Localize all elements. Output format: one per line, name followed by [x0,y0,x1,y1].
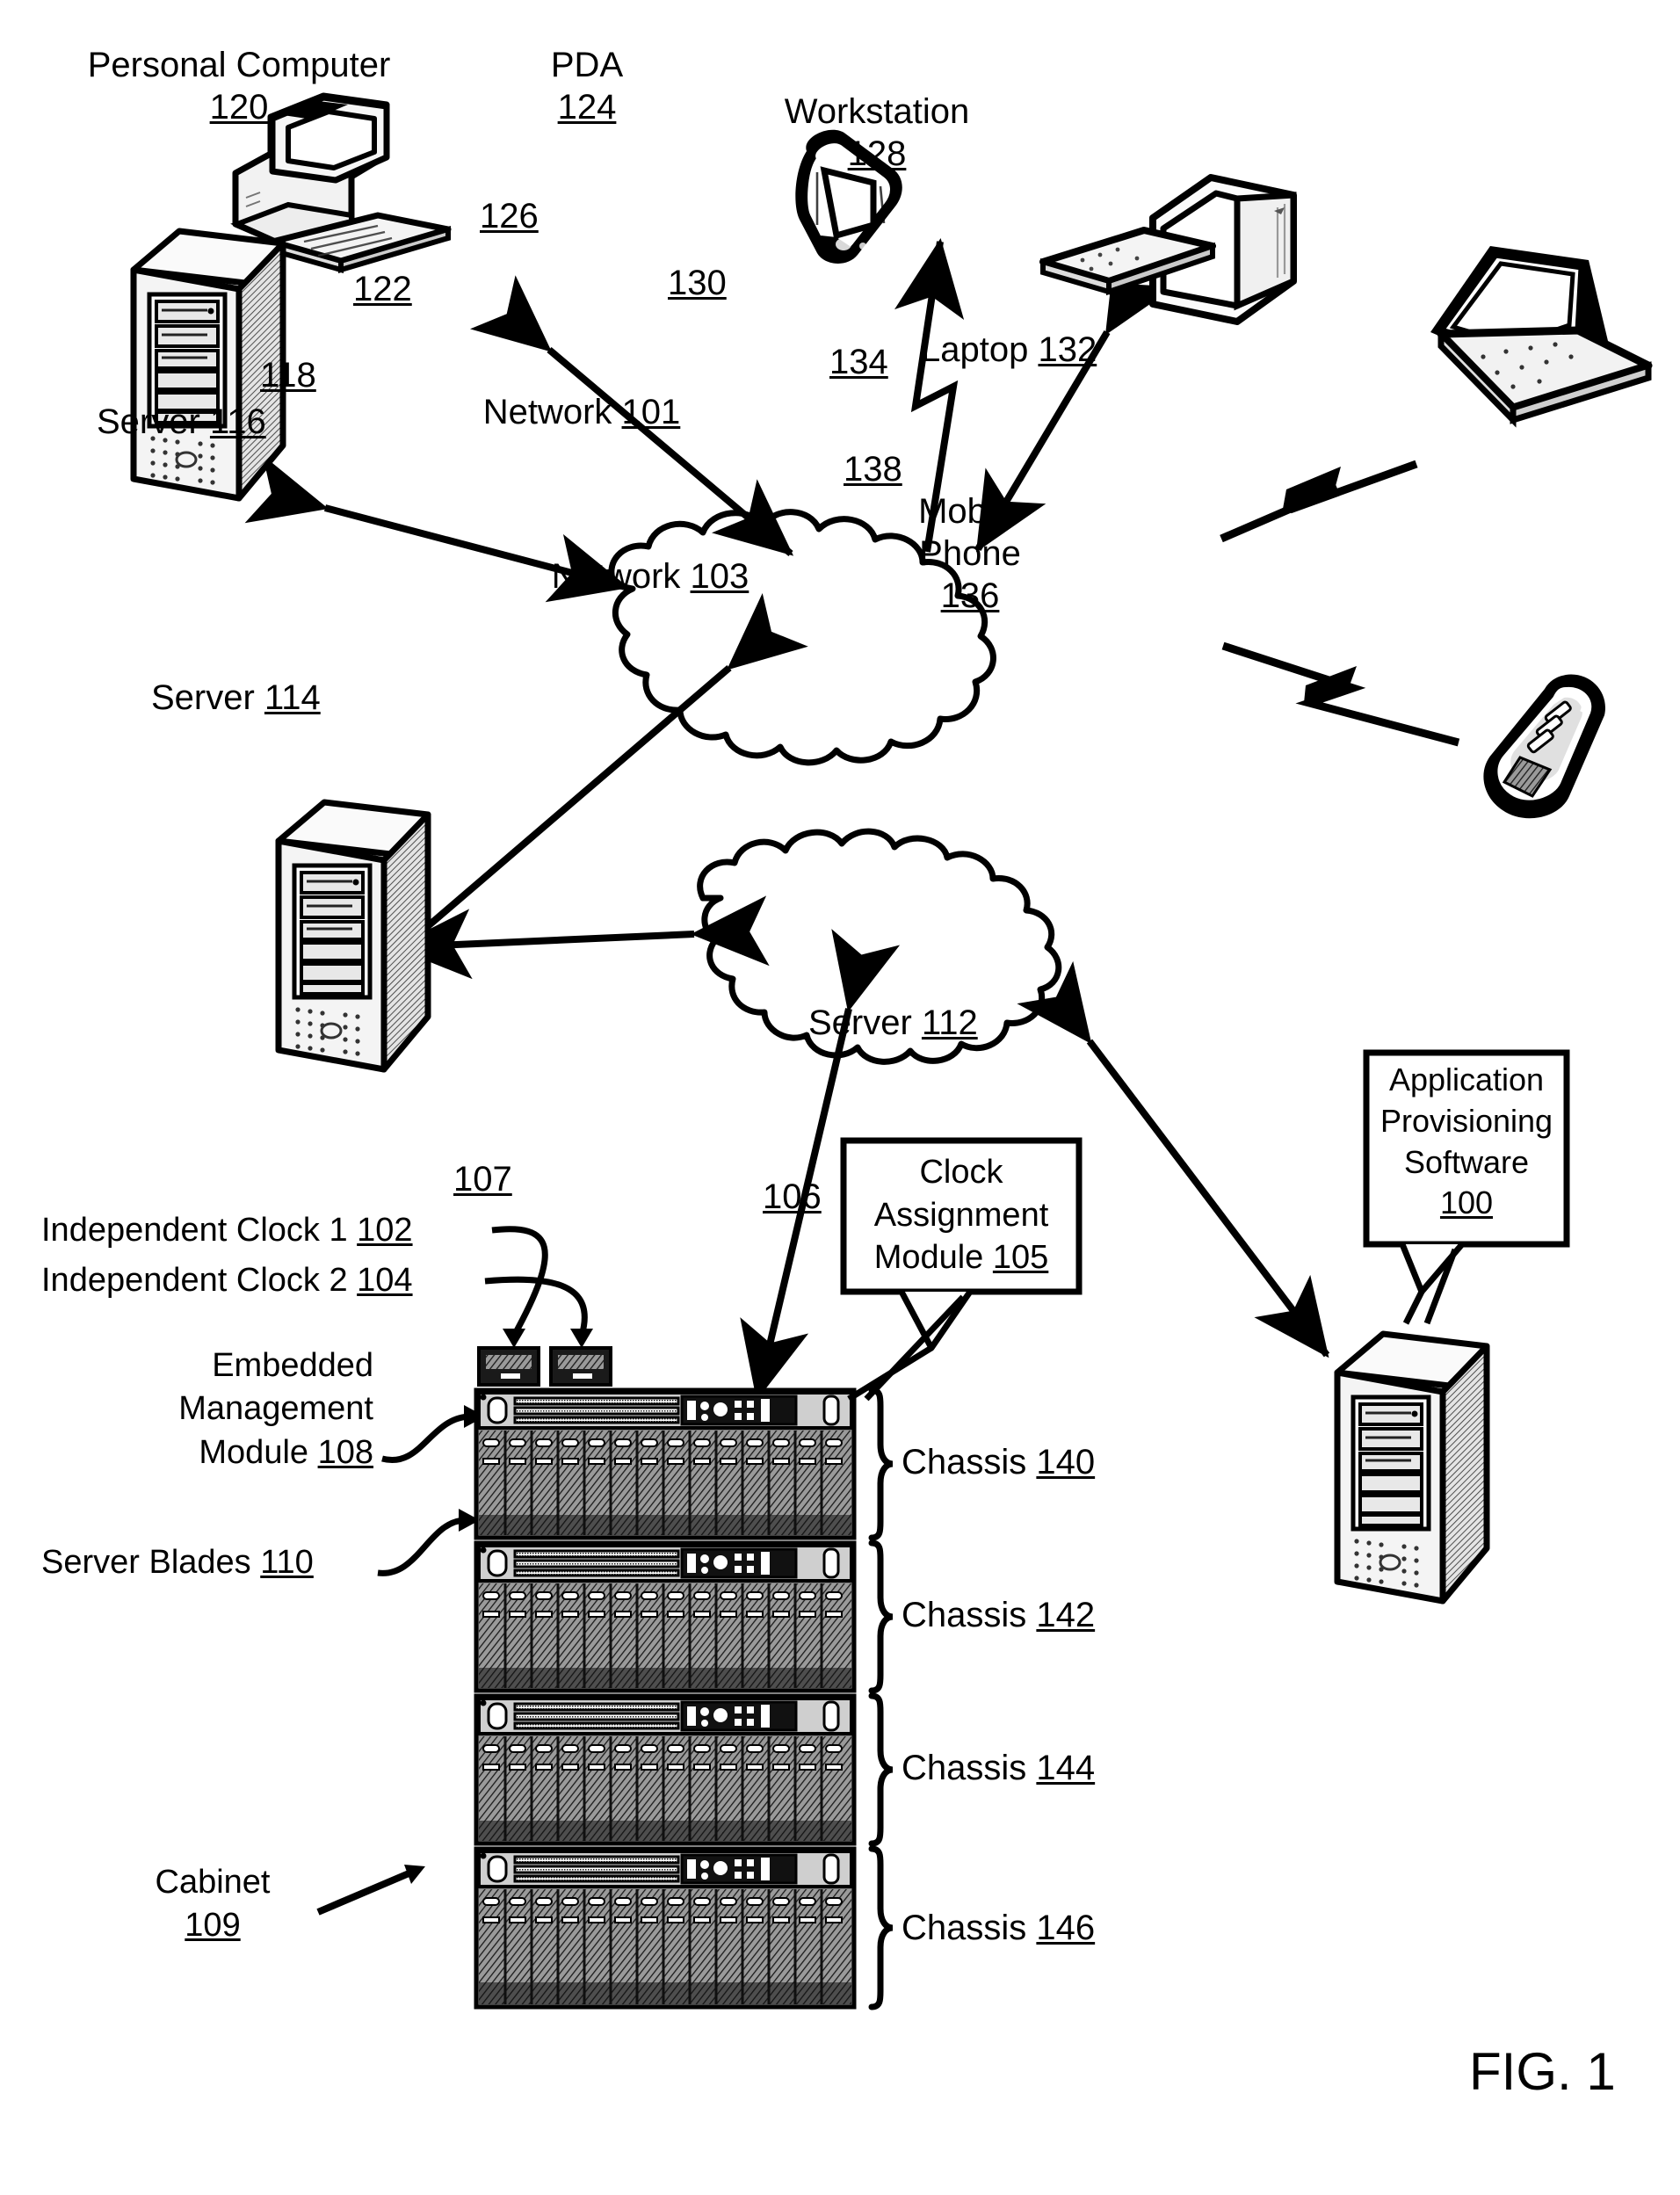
label-connection-118: 118 [260,356,316,395]
connection-net101-net103 [419,592,808,935]
connection-138-wireless [1221,641,1460,747]
label-connection-107: 107 [453,1160,512,1199]
independent-clock-1-module [477,1346,540,1387]
callout-application-provisioning-software: Application Provisioning Software 100 [1379,1061,1553,1221]
label-laptop: Laptop 132 [921,330,1097,369]
blade-group-140 [479,1431,851,1535]
label-chassis-144: Chassis 144 [902,1749,1096,1787]
annotation-embedded-management-module: Embedded Management Module 108 [178,1347,373,1471]
chassis-146 [474,1846,857,2010]
chassis-140 [474,1387,857,1540]
label-connection-106: 106 [763,1177,822,1216]
laptop-icon [1430,246,1653,428]
annotation-server-blades: Server Blades 110 [41,1544,314,1581]
annotation-independent-clock-1: Independent Clock 1 102 [41,1212,413,1249]
pointer-cabinet [316,1865,425,1916]
blade-group-146 [479,1889,851,2004]
label-network-101: Network 101 [482,393,681,431]
connection-106 [1017,960,1330,1358]
label-chassis-140: Chassis 140 [902,1443,1096,1481]
chassis-braces [868,1387,894,2010]
connection-server114-net103 [394,895,770,980]
label-server-116: Server 116 [97,402,266,441]
blade-group-144 [479,1736,851,1841]
workstation-icon [1039,174,1297,325]
label-connection-138: 138 [844,450,902,489]
label-mobile-phone: Mobile Phone 136 [918,492,1022,615]
server-tower-icon-114 [275,799,431,1073]
pointer-blades [377,1509,480,1576]
server-tower-icon-112 [1334,1330,1490,1605]
pointer-emm [381,1405,485,1464]
cabinet-109 [474,1387,857,2010]
chassis-144 [474,1693,857,1846]
label-chassis-146: Chassis 146 [902,1909,1096,1947]
blade-group-142 [479,1583,851,1688]
figure-caption: FIG. 1 [1469,2042,1616,2101]
annotation-independent-clock-2: Independent Clock 2 104 [41,1262,413,1299]
label-chassis-142: Chassis 142 [902,1596,1096,1634]
label-connection-126: 126 [480,197,539,235]
label-connection-134: 134 [829,343,888,381]
callout-clock-assignment-module: Clock Assignment Module 105 [873,1154,1049,1277]
label-server-114: Server 114 [151,678,321,717]
independent-clock-2-module [549,1346,612,1387]
label-pda: PDA 124 [550,46,624,127]
label-personal-computer: Personal Computer 120 [87,46,391,127]
chassis-142 [474,1540,857,1693]
label-connection-122: 122 [353,270,412,308]
label-network-103: Network 103 [551,557,749,596]
mobile-phone-icon [1483,674,1605,819]
label-server-112: Server 112 [808,1003,978,1042]
pointer-clock1 [491,1226,548,1348]
label-workstation: Workstation 128 [784,92,970,173]
annotation-cabinet: Cabinet 109 [155,1864,271,1945]
label-connection-130: 130 [668,264,727,302]
connection-134-wireless [1220,460,1418,543]
